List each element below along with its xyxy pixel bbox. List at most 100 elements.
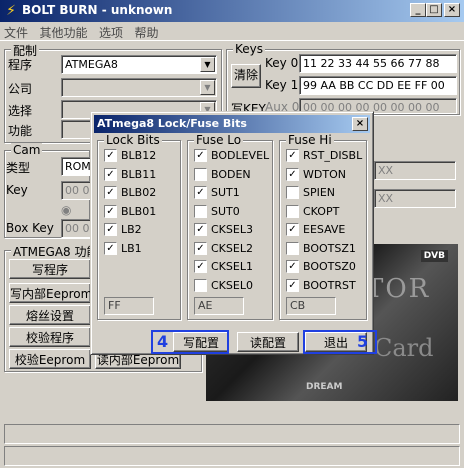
checkmark-icon[interactable]: ✓ bbox=[194, 186, 207, 199]
lock-fuse-dialog: ATmega8 Lock/Fuse Bits × Lock Bits ✓ BLB1… bbox=[90, 111, 377, 355]
lock-checkbox-blb12[interactable]: ✓ BLB12 bbox=[104, 149, 156, 165]
fuse-hi-checkbox-label: RST_DISBL bbox=[303, 149, 363, 162]
company-label: 公司 bbox=[8, 82, 33, 96]
write-eeprom-button[interactable]: 写内部Eeprom bbox=[9, 283, 92, 303]
key1-input[interactable]: 99 AA BB CC DD EE FF 00 bbox=[299, 76, 457, 95]
menu-other-functions[interactable]: 其他功能 bbox=[36, 22, 92, 43]
fuse-hi-checkbox-eesave[interactable]: ✓ EESAVE bbox=[286, 223, 345, 239]
preview-text-1: TOR bbox=[366, 274, 431, 304]
key0-label: Key 0 bbox=[265, 56, 299, 70]
cam-right-field-2[interactable]: XX bbox=[374, 189, 456, 208]
fuse-lo-checkbox-sut0[interactable]: SUT0 bbox=[194, 204, 240, 221]
checkmark-icon[interactable]: ✓ bbox=[104, 223, 117, 236]
close-button[interactable]: × bbox=[444, 3, 460, 17]
lock-checkbox-label: BLB12 bbox=[121, 149, 157, 162]
fuse-lo-checkbox-label: SUT1 bbox=[211, 186, 240, 199]
program-select[interactable]: ATMEGA8 ▼ bbox=[61, 55, 217, 74]
empty-checkbox-icon[interactable] bbox=[286, 186, 299, 199]
cam-right-value-1: XX bbox=[378, 164, 394, 177]
checkmark-icon[interactable]: ✓ bbox=[194, 223, 207, 236]
cam-right-value-2: XX bbox=[378, 192, 394, 205]
lock-checkbox-label: BLB01 bbox=[121, 204, 157, 218]
checkmark-icon[interactable]: ✓ bbox=[286, 260, 299, 273]
checkmark-icon[interactable]: ✓ bbox=[286, 278, 299, 292]
lock-checkbox-blb11[interactable]: ✓ BLB11 bbox=[104, 167, 156, 184]
fuse-hi-title: Fuse Hi bbox=[286, 133, 334, 147]
fuse-hi-checkbox-rst_disbl[interactable]: ✓ RST_DISBL bbox=[286, 149, 362, 165]
checkmark-icon[interactable]: ✓ bbox=[286, 223, 299, 236]
program-select-value: ATMEGA8 bbox=[65, 58, 118, 71]
lock-checkbox-lb2[interactable]: ✓ LB2 bbox=[104, 223, 142, 239]
fuse-hi-checkbox-label: CKOPT bbox=[303, 204, 340, 218]
cam-key-label: Key bbox=[6, 183, 28, 197]
fuse-hi-checkbox-bootrst[interactable]: ✓ BOOTRST bbox=[286, 278, 356, 295]
checkmark-icon[interactable]: ✓ bbox=[104, 186, 117, 199]
empty-checkbox-icon[interactable] bbox=[286, 241, 299, 255]
fuse-hi-checkbox-bootsz0[interactable]: ✓ BOOTSZ0 bbox=[286, 260, 356, 276]
company-select[interactable]: ▼ bbox=[61, 78, 217, 97]
checkmark-icon[interactable]: ✓ bbox=[104, 167, 117, 181]
checkmark-icon[interactable]: ✓ bbox=[104, 149, 117, 162]
fuse-lo-group: Fuse Lo ✓ BODLEVEL BODEN ✓ SUT1 SUT0 ✓ CKSEL3 ✓ C… bbox=[187, 133, 273, 320]
fuse-hi-checkbox-bootsz1[interactable]: BOOTSZ1 bbox=[286, 241, 356, 258]
fuse-hi-checkbox-wdton[interactable]: ✓ WDTON bbox=[286, 167, 346, 184]
dialog-close-button[interactable]: × bbox=[352, 117, 368, 131]
fuse-lo-checkbox-boden[interactable]: BODEN bbox=[194, 167, 251, 184]
fuse-hi-checkbox-ckopt[interactable]: CKOPT bbox=[286, 204, 340, 221]
fuse-lo-checkbox-cksel0[interactable]: CKSEL0 bbox=[194, 278, 253, 295]
fuse-hi-value: CB bbox=[286, 297, 336, 315]
callout-write-number: 4 bbox=[157, 332, 169, 351]
fuse-lo-checkbox-cksel2[interactable]: ✓ CKSEL2 bbox=[194, 241, 253, 258]
key1-label: Key 1 bbox=[265, 78, 299, 92]
checkmark-icon[interactable]: ✓ bbox=[194, 241, 207, 255]
dvb-badge: DVB bbox=[420, 250, 448, 262]
checkmark-icon[interactable]: ✓ bbox=[286, 167, 299, 181]
cam-type-label: 类型 bbox=[6, 161, 31, 175]
key0-input[interactable]: 11 22 33 44 55 66 77 88 bbox=[299, 54, 457, 73]
empty-checkbox-icon[interactable] bbox=[194, 204, 207, 218]
dialog-title-bar[interactable]: ATmega8 Lock/Fuse Bits × bbox=[94, 115, 370, 133]
lock-checkbox-blb02[interactable]: ✓ BLB02 bbox=[104, 186, 156, 202]
lock-checkbox-label: LB2 bbox=[121, 223, 142, 236]
empty-checkbox-icon[interactable] bbox=[286, 204, 299, 218]
preview-text-2: Card bbox=[374, 334, 434, 362]
fuse-lo-checkbox-cksel1[interactable]: ✓ CKSEL1 bbox=[194, 260, 253, 276]
cam-right-field-1[interactable]: XX bbox=[374, 161, 456, 180]
fuse-hi-checkbox-spien[interactable]: SPIEN bbox=[286, 186, 335, 202]
fuse-lo-checkbox-sut1[interactable]: ✓ SUT1 bbox=[194, 186, 240, 202]
write-program-button[interactable]: 写程序 bbox=[9, 259, 91, 279]
empty-checkbox-icon[interactable] bbox=[194, 167, 207, 181]
verify-program-button[interactable]: 校验程序 bbox=[9, 327, 91, 347]
verify-eeprom-button[interactable]: 校验Eeprom bbox=[9, 349, 91, 369]
program-label: 程序 bbox=[8, 58, 33, 72]
lock-checkbox-lb1[interactable]: ✓ LB1 bbox=[104, 241, 142, 258]
fuse-lo-checkbox-label: BODEN bbox=[211, 167, 251, 181]
checkmark-icon[interactable]: ✓ bbox=[194, 149, 207, 162]
fuse-lo-checkbox-label: CKSEL0 bbox=[211, 278, 253, 292]
menu-options[interactable]: 选项 bbox=[95, 22, 127, 43]
chevron-down-icon[interactable]: ▼ bbox=[200, 80, 215, 95]
menu-help[interactable]: 帮助 bbox=[131, 22, 163, 43]
title-bar[interactable]: ⚡ BOLT BURN - unknown _ □ × bbox=[0, 0, 464, 22]
keys-group: Keys 清除 Key 0 11 22 33 44 55 66 77 88 Ke… bbox=[226, 42, 460, 116]
fuse-hi-checkbox-label: BOOTSZ1 bbox=[303, 241, 356, 255]
status-bar-2 bbox=[4, 446, 460, 466]
fuse-settings-button[interactable]: 熔丝设置 bbox=[9, 305, 91, 325]
maximize-button[interactable]: □ bbox=[426, 3, 442, 17]
empty-checkbox-icon[interactable] bbox=[194, 278, 207, 292]
fuse-lo-checkbox-bodlevel[interactable]: ✓ BODLEVEL bbox=[194, 149, 269, 165]
checkmark-icon[interactable]: ✓ bbox=[286, 149, 299, 162]
checkmark-icon[interactable]: ✓ bbox=[194, 260, 207, 273]
minimize-button[interactable]: _ bbox=[410, 3, 426, 17]
window-title: BOLT BURN - unknown bbox=[22, 3, 173, 17]
checkmark-icon[interactable]: ✓ bbox=[104, 241, 117, 255]
clear-keys-button[interactable]: 清除 bbox=[231, 64, 261, 88]
lock-checkbox-blb01[interactable]: ✓ BLB01 bbox=[104, 204, 157, 221]
fuse-hi-checkbox-label: EESAVE bbox=[303, 223, 346, 236]
checkmark-icon[interactable]: ✓ bbox=[104, 204, 117, 218]
menu-file[interactable]: 文件 bbox=[0, 22, 32, 43]
read-config-button[interactable]: 读配置 bbox=[237, 332, 299, 352]
chevron-down-icon[interactable]: ▼ bbox=[200, 57, 215, 72]
fuse-lo-checkbox-cksel3[interactable]: ✓ CKSEL3 bbox=[194, 223, 253, 239]
functions-group-title: ATMEGA8 功能 bbox=[11, 243, 101, 260]
